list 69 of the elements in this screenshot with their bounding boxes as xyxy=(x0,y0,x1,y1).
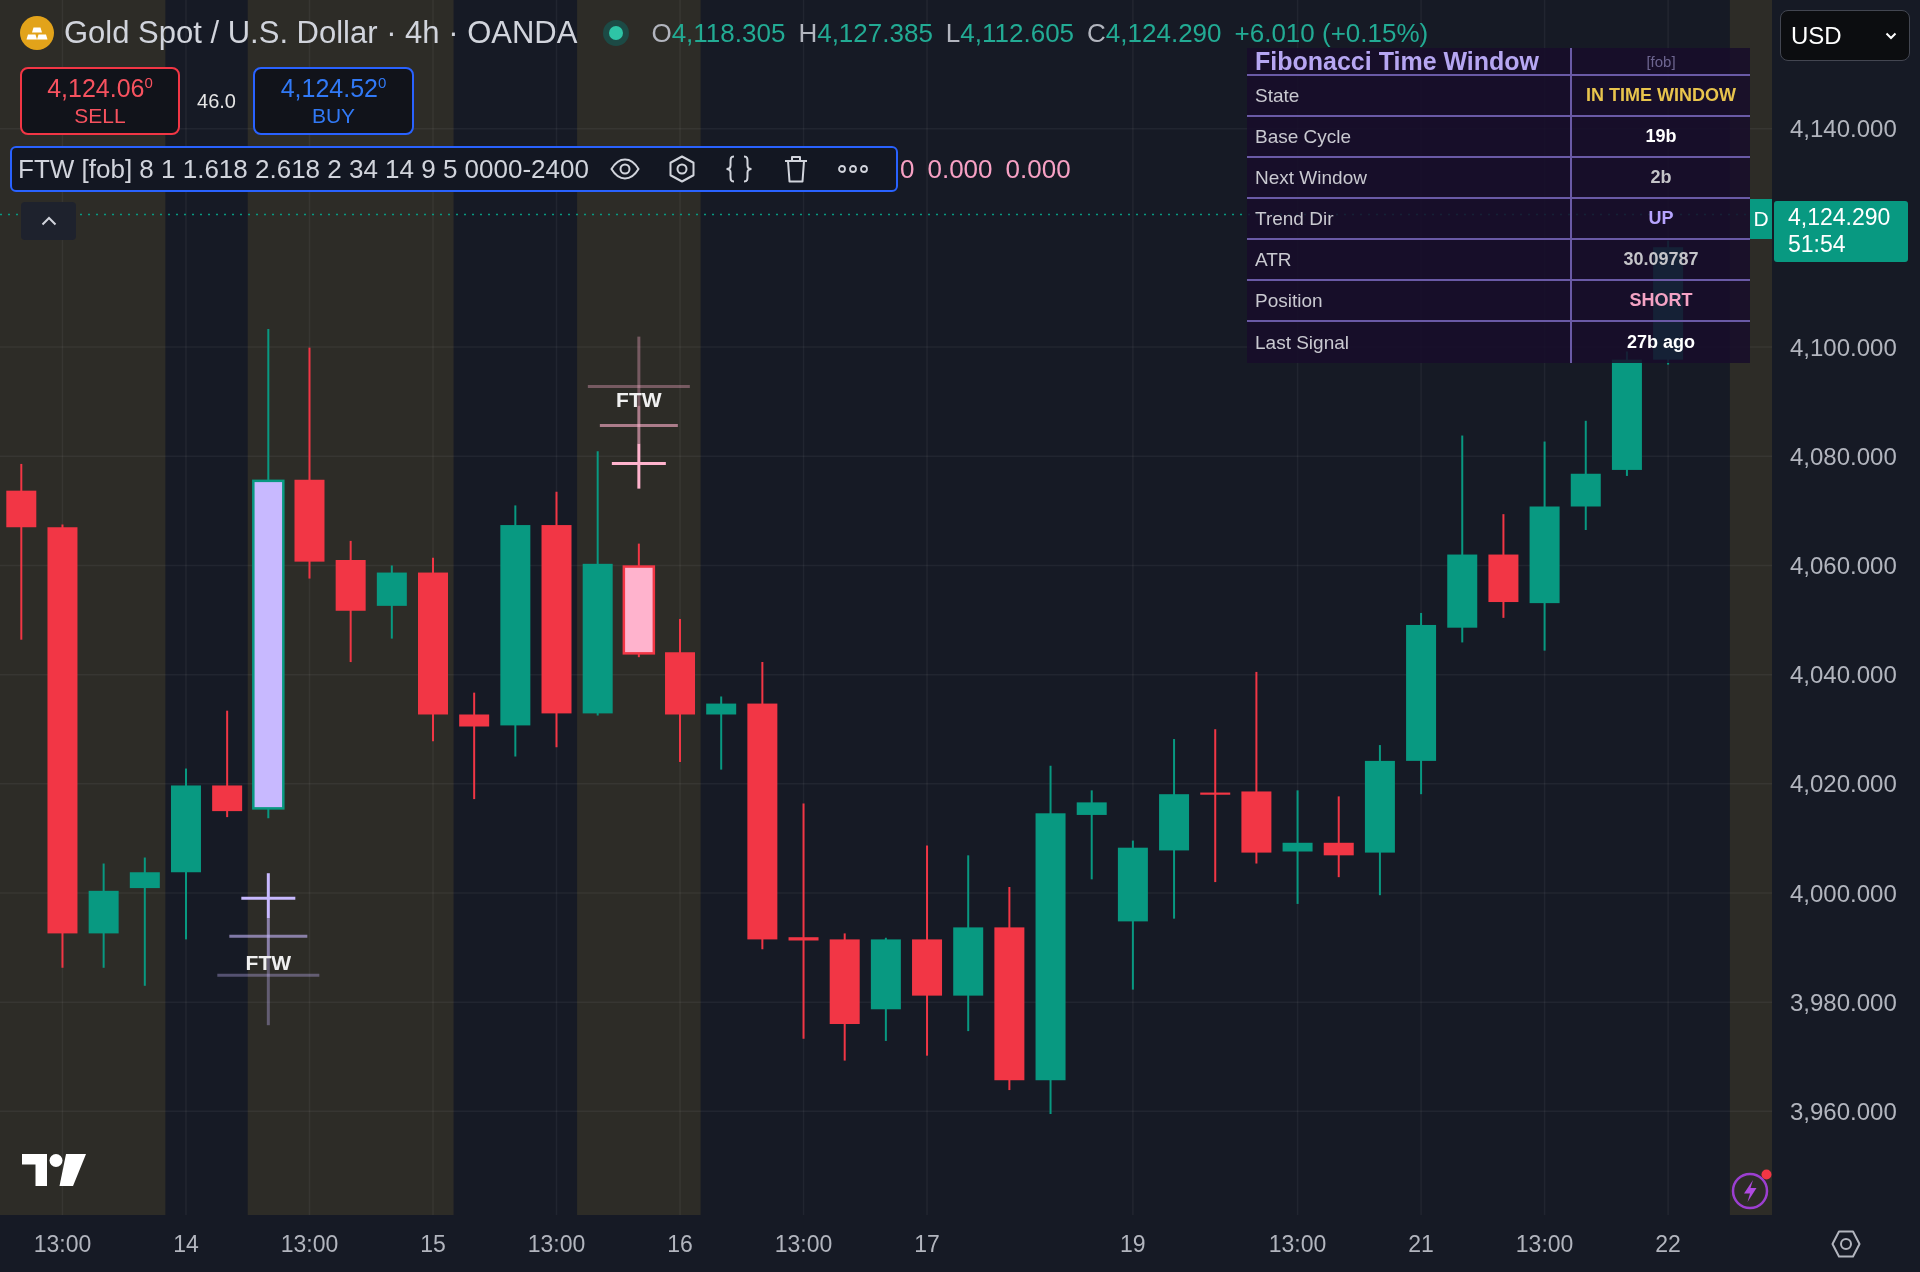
row-value: SHORT xyxy=(1629,290,1693,311)
currency-dropdown[interactable]: USD xyxy=(1780,10,1910,61)
settings-icon[interactable] xyxy=(669,155,696,183)
row-label: Next Window xyxy=(1247,158,1570,199)
row-value: 2b xyxy=(1650,167,1672,188)
table-tag: [fob] xyxy=(1570,48,1750,76)
symbol-label: D xyxy=(1750,198,1772,239)
row-label: Trend Dir xyxy=(1247,199,1570,240)
time-axis-label: 22 xyxy=(1655,1231,1681,1257)
current-price: 4,124.290 xyxy=(1788,204,1892,231)
time-axis-label: 13:00 xyxy=(527,1231,586,1257)
indicator-value: 0 xyxy=(900,153,915,185)
status-dot-icon xyxy=(603,20,630,46)
symbol-title: Gold Spot / U.S. Dollar · 4h · OANDA xyxy=(64,16,578,50)
eye-icon[interactable] xyxy=(610,158,641,180)
price-axis-label: 4,040.000 xyxy=(1790,661,1897,689)
price-axis-label: 4,020.000 xyxy=(1790,770,1897,798)
price-axis-label: 4,000.000 xyxy=(1790,879,1897,907)
ohlc-value: C4,124.290 xyxy=(1087,20,1222,46)
coin-icon xyxy=(20,16,54,50)
time-axis-label: 16 xyxy=(667,1231,693,1257)
time-axis-label: 13:00 xyxy=(774,1231,833,1257)
row-value: 27b ago xyxy=(1627,332,1695,353)
table-title: Fibonacci Time Window xyxy=(1247,48,1570,76)
price-axis-label: 3,980.000 xyxy=(1790,988,1897,1016)
price-axis-label: 4,140.000 xyxy=(1790,115,1897,143)
spread-value: 46.0 xyxy=(196,89,237,113)
time-axis-label: 15 xyxy=(420,1231,446,1257)
chevron-up-icon xyxy=(40,216,57,226)
price-change: +6.010 (+0.15%) xyxy=(1234,20,1429,46)
signal-label: FTW xyxy=(245,950,292,974)
row-value: 19b xyxy=(1645,126,1677,147)
row-label: Base Cycle xyxy=(1247,117,1570,158)
row-label: Position xyxy=(1247,281,1570,322)
settings-icon[interactable] xyxy=(1831,1229,1861,1258)
logo-icon xyxy=(22,1151,88,1188)
trash-icon[interactable] xyxy=(784,155,809,183)
row-label: ATR xyxy=(1247,240,1570,281)
time-axis-label: 21 xyxy=(1408,1231,1434,1257)
time-axis-label: 19 xyxy=(1120,1231,1146,1257)
lightning-icon[interactable] xyxy=(1731,1168,1772,1210)
price-axis-label: 4,080.000 xyxy=(1790,442,1897,470)
braces-icon[interactable] xyxy=(725,155,754,183)
row-label: State xyxy=(1247,76,1570,117)
time-axis-label: 13:00 xyxy=(33,1231,92,1257)
time-axis-label: 13:00 xyxy=(1515,1231,1574,1257)
row-value: UP xyxy=(1648,208,1674,229)
ohlc-value: O4,118.305 xyxy=(651,20,786,46)
row-value: IN TIME WINDOW xyxy=(1586,85,1736,106)
time-axis-label: 13:00 xyxy=(1268,1231,1327,1257)
row-value: 30.09787 xyxy=(1623,249,1699,270)
time-axis-label: 17 xyxy=(914,1231,940,1257)
ohlc-value: L4,112.605 xyxy=(945,20,1075,46)
ohlc-value: H4,127.385 xyxy=(798,20,933,46)
countdown-timer: 51:54 xyxy=(1788,231,1847,258)
indicator-title[interactable]: FTW [fob] 8 1 1.618 2.618 2 34 14 9 5 0000-2400 xyxy=(18,153,589,185)
indicator-value: 0.000 xyxy=(927,153,993,185)
price-axis-label: 4,100.000 xyxy=(1790,333,1897,361)
more-icon[interactable] xyxy=(838,165,869,173)
price-axis-label: 4,060.000 xyxy=(1790,551,1897,579)
sell-button[interactable]: 4,124.06$^{0}$ SELL xyxy=(20,67,180,135)
row-label: Last Signal xyxy=(1254,330,1350,355)
buy-button[interactable]: 4,124.52$^{0}$ BUY xyxy=(253,67,414,135)
price-axis-label: 3,960.000 xyxy=(1790,1097,1897,1125)
time-axis-label: 14 xyxy=(173,1231,199,1257)
signal-label: FTW xyxy=(616,388,662,412)
indicator-value: 0.000 xyxy=(1005,153,1071,185)
chevron-down-icon xyxy=(1885,31,1897,40)
time-axis-label: 13:00 xyxy=(280,1231,339,1257)
